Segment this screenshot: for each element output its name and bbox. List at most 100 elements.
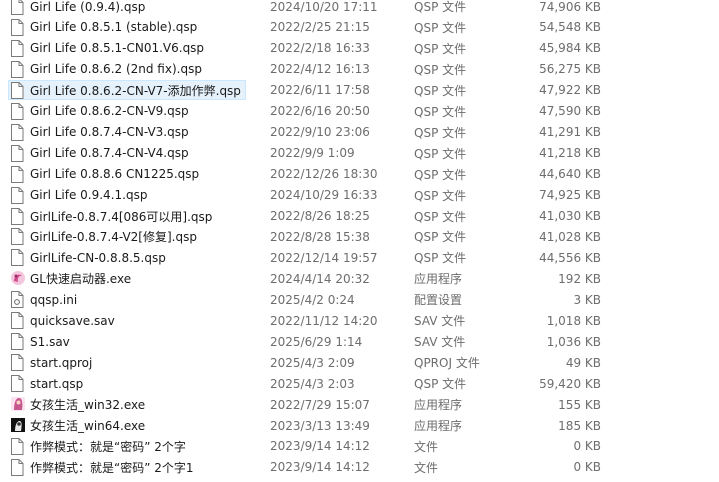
- file-size: 1,036 KB: [546, 334, 601, 349]
- file-row-selected[interactable]: Girl Life 0.8.6.2-CN-V7-添加作弊.qsp 2022/6/1…: [0, 79, 719, 101]
- file-name: 作弊模式：就是“密码” 2个字: [30, 439, 186, 454]
- document-icon: [10, 0, 24, 15]
- document-icon: [10, 39, 24, 57]
- file-type: QSP 文件: [414, 251, 467, 266]
- document-icon: [10, 249, 24, 267]
- file-modified-date: 2022/2/25 21:15: [270, 20, 370, 35]
- file-type: QPROJ 文件: [414, 356, 480, 371]
- file-row[interactable]: 作弊模式：就是“密码” 2个字 2023/9/14 14:12 文件 0 KB: [0, 436, 719, 457]
- file-row[interactable]: Girl Life 0.8.7.4-CN-V3.qsp 2022/9/10 23:…: [0, 122, 719, 143]
- file-type: QSP 文件: [414, 125, 467, 140]
- file-row[interactable]: Girl Life 0.8.8.6 CN1225.qsp 2022/12/26 1…: [0, 164, 719, 185]
- file-row[interactable]: Girl Life 0.8.6.2-CN-V9.qsp 2022/6/16 20:…: [0, 101, 719, 122]
- file-size: 49 KB: [565, 355, 601, 370]
- file-name: Girl Life 0.8.6.2-CN-V9.qsp: [30, 104, 189, 119]
- file-row[interactable]: 女孩生活_win64.exe 2023/3/13 13:49 应用程序 185 KB: [0, 415, 719, 436]
- file-row[interactable]: GirlLife-0.8.7.4-V2[修复].qsp 2022/8/28 15:…: [0, 226, 719, 247]
- file-type: QSP 文件: [414, 188, 467, 203]
- file-size: 3 KB: [573, 292, 601, 307]
- file-name: GirlLife-0.8.7.4[086可以用].qsp: [30, 209, 213, 224]
- file-row[interactable]: start.qsp 2025/4/3 2:03 QSP 文件 59,420 KB: [0, 373, 719, 394]
- file-name: GL快速启动器.exe: [30, 272, 132, 287]
- file-type: 应用程序: [414, 272, 463, 287]
- document-icon: [10, 18, 24, 36]
- file-type: QSP 文件: [414, 62, 467, 77]
- document-icon: [10, 60, 24, 78]
- file-name: GirlLife-0.8.7.4-V2[修复].qsp: [30, 230, 197, 245]
- file-row[interactable]: GirlLife-0.8.7.4[086可以用].qsp 2022/8/26 18…: [0, 206, 719, 227]
- file-type: QSP 文件: [414, 41, 467, 56]
- file-size: 59,420 KB: [539, 376, 601, 391]
- app-dark-icon: [10, 417, 25, 434]
- file-row[interactable]: quicksave.sav 2022/11/12 14:20 SAV 文件 1,018…: [0, 310, 719, 331]
- file-row[interactable]: Girl Life 0.8.5.1 (stable).qsp 2022/2/25 …: [0, 17, 719, 38]
- file-name: quicksave.sav: [30, 313, 115, 328]
- file-modified-date: 2023/9/14 14:12: [270, 460, 370, 475]
- file-type: QSP 文件: [414, 377, 467, 392]
- document-icon: [10, 437, 24, 455]
- file-size: 45,984 KB: [539, 41, 601, 56]
- file-list: Girl Life (0.9.4).qsp 2024/10/20 17:11 QSP…: [0, 0, 719, 482]
- file-row[interactable]: Girl Life 0.9.4.1.qsp 2024/10/29 16:33 QSP…: [0, 185, 719, 206]
- file-row[interactable]: 作弊模式：就是“密码” 2个字1 2023/9/14 14:12 文件 0 KB: [0, 457, 719, 478]
- document-icon: [10, 333, 24, 351]
- file-size: 41,291 KB: [539, 125, 601, 140]
- file-size: 155 KB: [558, 397, 601, 412]
- file-type: QSP 文件: [414, 20, 467, 35]
- file-row[interactable]: start.qproj 2025/4/3 2:09 QPROJ 文件 49 KB: [0, 352, 719, 373]
- document-icon: [10, 375, 24, 393]
- file-row[interactable]: GirlLife-CN-0.8.8.5.qsp 2022/12/14 19:57 Q…: [0, 247, 719, 268]
- file-modified-date: 2022/6/11 17:58: [270, 83, 370, 98]
- file-modified-date: 2022/12/26 18:30: [270, 167, 378, 182]
- file-size: 192 KB: [558, 271, 601, 286]
- settings-file-icon: [10, 291, 24, 309]
- file-name: start.qsp: [30, 376, 84, 391]
- file-type: QSP 文件: [414, 146, 467, 161]
- file-row[interactable]: qqsp.ini 2025/4/2 0:24 配置设置 3 KB: [0, 289, 719, 310]
- file-type: QSP 文件: [414, 83, 467, 98]
- file-type: QSP 文件: [414, 230, 467, 245]
- file-modified-date: 2025/6/29 1:14: [270, 334, 363, 349]
- file-row[interactable]: Girl Life 0.8.6.2 (2nd fix).qsp 2022/4/12…: [0, 59, 719, 80]
- document-icon: [10, 354, 24, 372]
- file-modified-date: 2022/9/9 1:09: [270, 146, 355, 161]
- file-modified-date: 2023/3/13 13:49: [270, 418, 370, 433]
- file-name: Girl Life 0.8.7.4-CN-V3.qsp: [30, 125, 189, 140]
- file-modified-date: 2022/8/26 18:25: [270, 209, 370, 223]
- file-row[interactable]: GL快速启动器.exe 2024/4/14 20:32 应用程序 192 KB: [0, 268, 719, 289]
- document-icon: [10, 102, 24, 120]
- file-type: 文件: [414, 439, 439, 454]
- file-name: GirlLife-CN-0.8.8.5.qsp: [30, 250, 166, 265]
- file-size: 41,030 KB: [539, 209, 601, 223]
- file-size: 47,922 KB: [539, 83, 601, 98]
- file-name: Girl Life 0.8.6.2 (2nd fix).qsp: [30, 62, 202, 77]
- document-icon: [10, 123, 24, 141]
- file-type: SAV 文件: [414, 314, 466, 329]
- file-size: 41,218 KB: [539, 146, 601, 161]
- file-modified-date: 2025/4/3 2:09: [270, 355, 355, 370]
- file-type: QSP 文件: [414, 0, 467, 14]
- file-type: 应用程序: [414, 398, 463, 413]
- file-type: QSP 文件: [414, 104, 467, 119]
- file-modified-date: 2022/4/12 16:13: [270, 62, 370, 77]
- file-name: qqsp.ini: [30, 292, 78, 307]
- app-girl-icon: [10, 396, 25, 413]
- file-modified-date: 2022/12/14 19:57: [270, 250, 378, 265]
- file-row[interactable]: S1.sav 2025/6/29 1:14 SAV 文件 1,036 KB: [0, 331, 719, 352]
- file-size: 47,590 KB: [539, 104, 601, 119]
- file-row[interactable]: Girl Life (0.9.4).qsp 2024/10/20 17:11 QSP…: [0, 0, 719, 17]
- file-size: 56,275 KB: [539, 62, 601, 77]
- document-icon: [10, 207, 24, 225]
- file-size: 44,640 KB: [539, 167, 601, 182]
- file-name: S1.sav: [30, 334, 70, 349]
- file-name: Girl Life 0.8.5.1-CN01.V6.qsp: [30, 41, 205, 56]
- file-size: 44,556 KB: [539, 250, 601, 265]
- file-type: SAV 文件: [414, 335, 466, 350]
- document-icon: [10, 228, 24, 246]
- file-name: Girl Life 0.8.8.6 CN1225.qsp: [30, 167, 200, 182]
- file-modified-date: 2022/8/28 15:38: [270, 229, 370, 244]
- document-icon: [10, 81, 24, 99]
- file-row[interactable]: Girl Life 0.8.5.1-CN01.V6.qsp 2022/2/18 1…: [0, 38, 719, 59]
- file-row[interactable]: 女孩生活_win32.exe 2022/7/29 15:07 应用程序 155 KB: [0, 394, 719, 415]
- file-row[interactable]: Girl Life 0.8.7.4-CN-V4.qsp 2022/9/9 1:09…: [0, 143, 719, 164]
